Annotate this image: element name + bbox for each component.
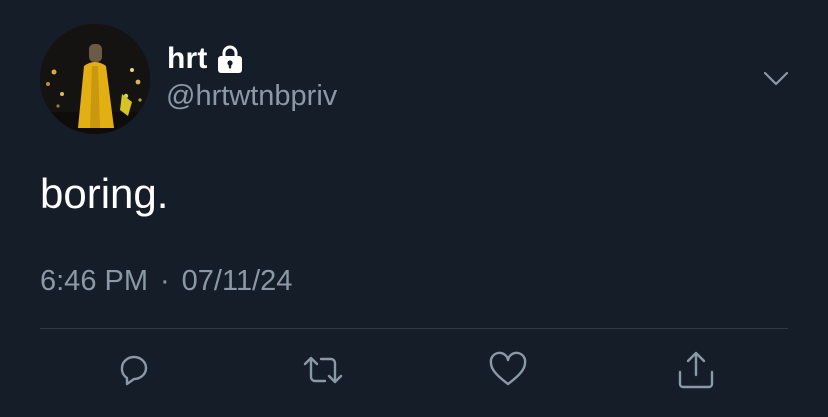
- lock-icon: [217, 44, 243, 74]
- heart-icon: [489, 351, 527, 386]
- tweet-time: 6:46 PM: [40, 265, 148, 297]
- retweet-button[interactable]: [301, 350, 343, 390]
- display-name[interactable]: hrt: [167, 42, 208, 76]
- retweet-icon: [303, 356, 343, 384]
- tweet-card: hrt @hrtwtnbpriv boring. 6:46 PM · 07/11…: [0, 0, 828, 417]
- user-handle[interactable]: @hrtwtnbpriv: [166, 80, 337, 113]
- share-button[interactable]: [676, 350, 716, 390]
- tweet-timestamp[interactable]: 6:46 PM · 07/11/24: [40, 265, 292, 298]
- tweet-text: boring.: [40, 170, 169, 217]
- display-name-row: hrt: [167, 40, 243, 78]
- reply-button[interactable]: [114, 350, 154, 390]
- avatar-photo: [40, 24, 150, 134]
- share-icon: [678, 351, 714, 389]
- like-button[interactable]: [488, 350, 528, 390]
- chevron-down-icon[interactable]: [762, 64, 790, 92]
- meta-separator: ·: [160, 265, 170, 297]
- avatar[interactable]: [40, 24, 150, 134]
- tweet-date: 07/11/24: [181, 265, 293, 297]
- divider: [40, 328, 788, 329]
- reply-icon: [120, 355, 148, 386]
